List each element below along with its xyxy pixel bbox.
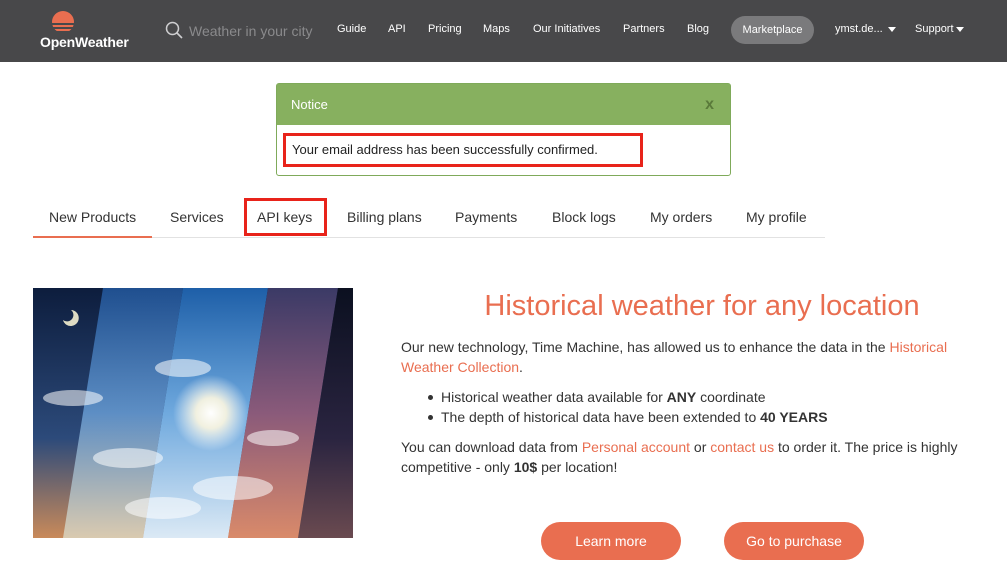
tab-my-orders[interactable]: My orders [650, 196, 712, 238]
support-menu[interactable]: Support [915, 23, 964, 35]
marketplace-button[interactable]: Marketplace [731, 16, 814, 44]
tab-new-products[interactable]: New Products [33, 196, 152, 238]
bullet1-end: coordinate [696, 389, 766, 405]
chevron-down-icon [887, 26, 896, 32]
go-to-purchase-button[interactable]: Go to purchase [724, 522, 864, 560]
tab-block-logs[interactable]: Block logs [552, 196, 616, 238]
download-end: per location! [537, 459, 618, 475]
price-bold: 10$ [513, 459, 538, 475]
intro-text: Our new technology, Time Machine, has al… [401, 339, 890, 355]
sun-logo-icon [46, 11, 80, 33]
learn-more-button[interactable]: Learn more [541, 522, 681, 560]
nav-guide[interactable]: Guide [337, 23, 366, 35]
tab-services[interactable]: Services [170, 196, 224, 238]
user-menu[interactable]: ymst.de... [835, 23, 896, 35]
tab-billing-plans[interactable]: Billing plans [347, 196, 422, 238]
personal-account-link[interactable]: Personal account [582, 439, 690, 455]
account-tabs: New Products Services API keys Billing p… [33, 196, 825, 238]
intro-paragraph: Our new technology, Time Machine, has al… [401, 337, 973, 377]
nav-blog[interactable]: Blog [687, 23, 709, 35]
feature-list: Historical weather data available for AN… [428, 387, 971, 427]
download-or: or [690, 439, 711, 455]
confirmation-message: Your email address has been successfully… [283, 133, 643, 167]
list-item: The depth of historical data have been e… [428, 407, 971, 427]
search-icon[interactable] [165, 21, 183, 39]
download-text: You can download data from [401, 439, 582, 455]
tab-payments[interactable]: Payments [455, 196, 517, 238]
logo-text: OpenWeather [40, 34, 129, 50]
nav-pricing[interactable]: Pricing [428, 23, 462, 35]
nav-partners[interactable]: Partners [623, 23, 665, 35]
support-menu-label: Support [915, 23, 954, 35]
openweather-logo[interactable]: OpenWeather [40, 8, 136, 52]
notice-title: Notice [291, 97, 328, 112]
bullet1-text: Historical weather data available for [441, 389, 667, 405]
nav-api[interactable]: API [388, 23, 406, 35]
top-header: OpenWeather Guide API Pricing Maps Our I… [0, 0, 1007, 62]
contact-us-link[interactable]: contact us [710, 439, 774, 455]
api-keys-highlight [244, 198, 327, 236]
bullet1-bold: ANY [666, 389, 697, 405]
close-icon[interactable]: x [705, 96, 714, 114]
chevron-down-icon [955, 26, 964, 32]
nav-maps[interactable]: Maps [483, 23, 510, 35]
user-menu-label: ymst.de... [835, 23, 883, 35]
bullet2-bold: 40 YEARS [760, 409, 828, 425]
historical-weather-sky-image [33, 288, 353, 538]
search-box[interactable] [165, 18, 329, 44]
download-paragraph: You can download data from Personal acco… [401, 437, 973, 477]
tab-my-profile[interactable]: My profile [746, 196, 807, 238]
list-item: Historical weather data available for AN… [428, 387, 971, 407]
city-search-input[interactable] [189, 18, 329, 44]
nav-our-initiatives[interactable]: Our Initiatives [533, 23, 600, 35]
notice-header: Notice x [277, 84, 730, 125]
bullet2-text: The depth of historical data have been e… [441, 409, 761, 425]
intro-end: . [519, 359, 523, 375]
notice-panel: Notice x Your email address has been suc… [276, 83, 731, 176]
section-title: Historical weather for any location [484, 290, 920, 322]
